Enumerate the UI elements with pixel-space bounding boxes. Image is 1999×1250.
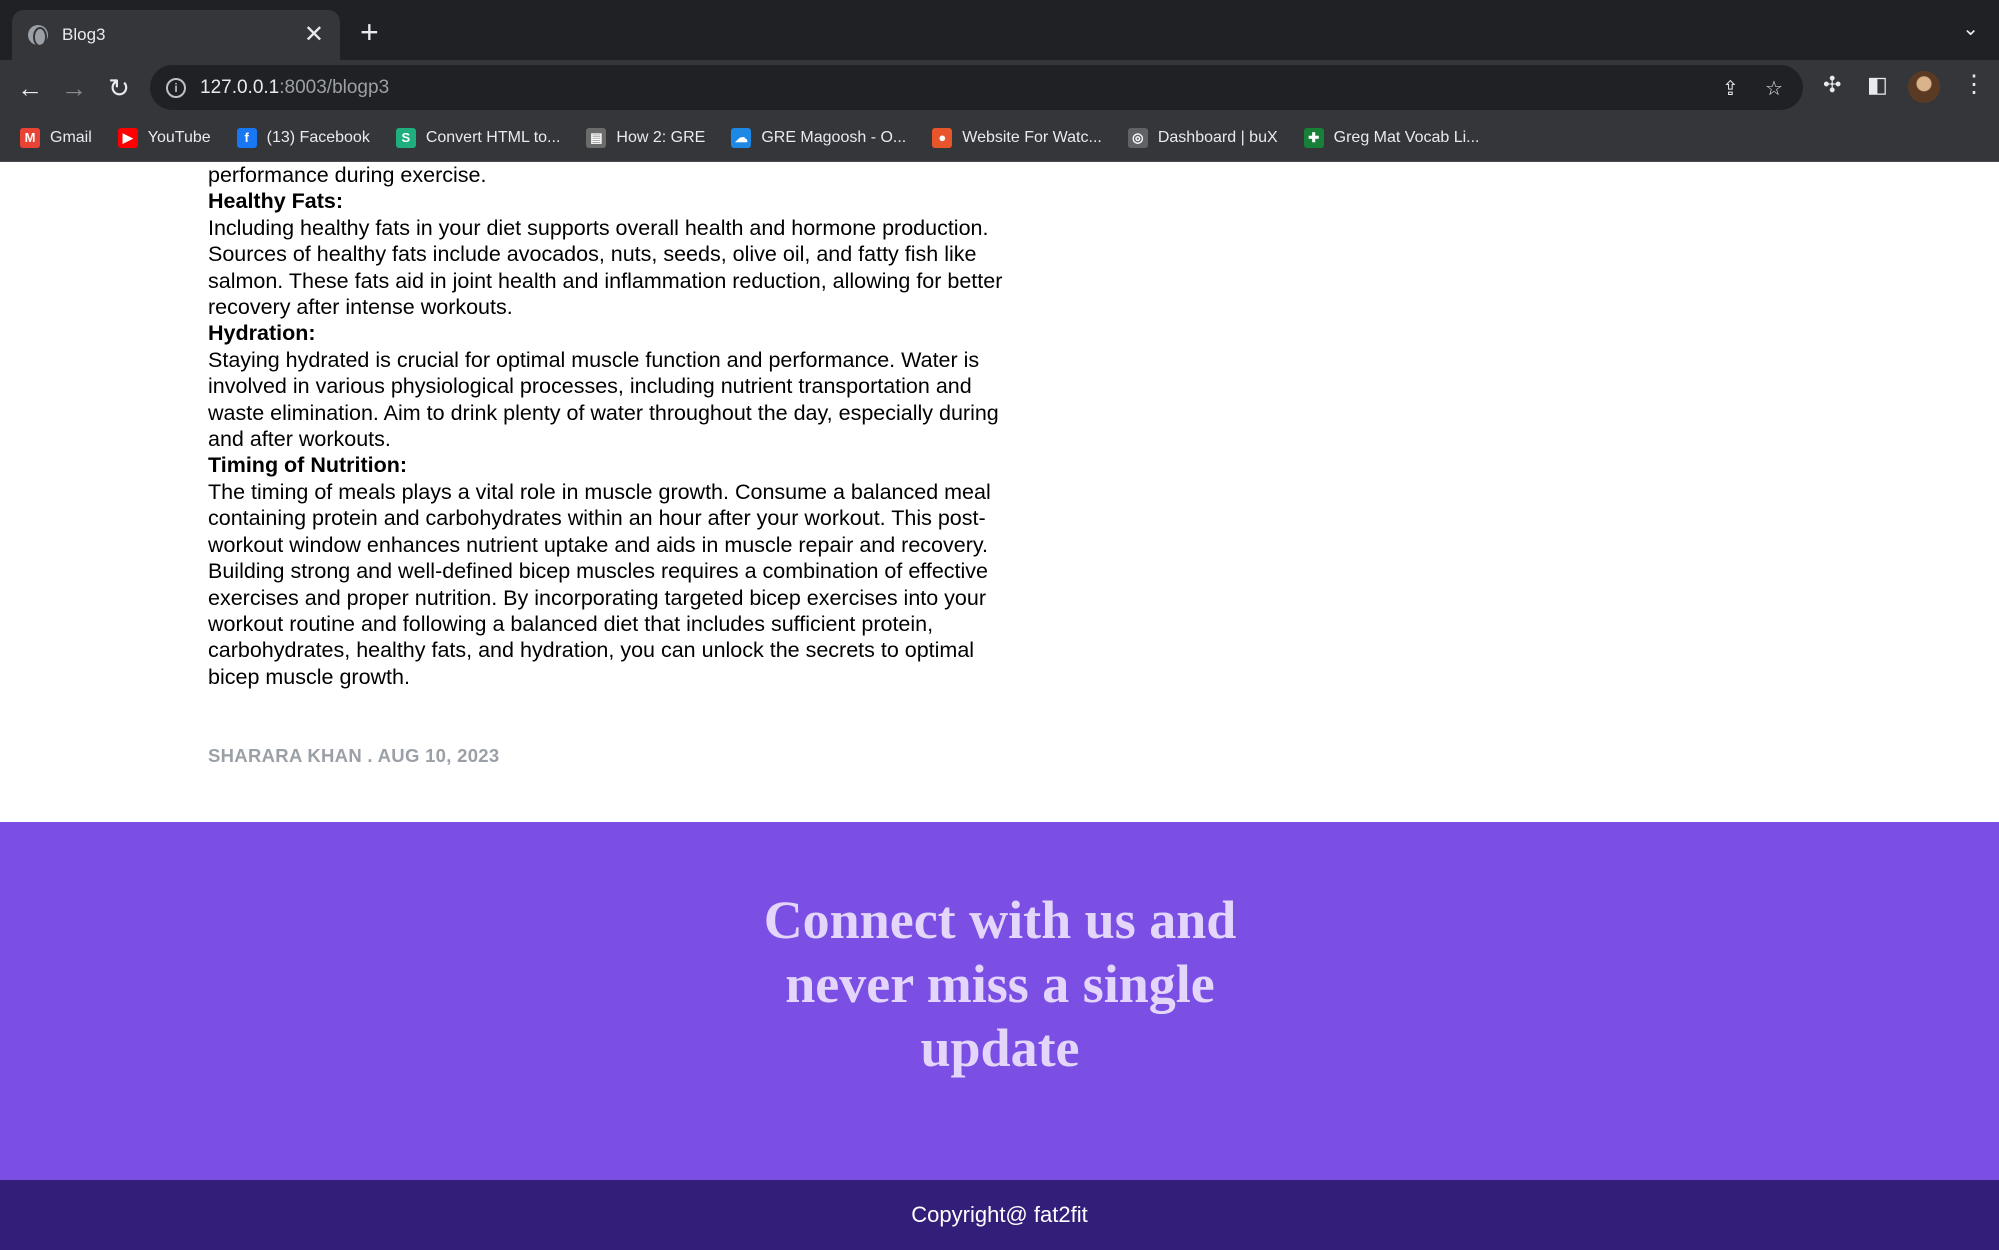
- tab-blog3[interactable]: Blog3 ✕: [12, 10, 340, 60]
- bookmark-label: How 2: GRE: [616, 129, 706, 146]
- article-paragraph: performance during exercise.: [208, 163, 487, 187]
- newsletter-section: Connect with us and never miss a single …: [0, 822, 1999, 1180]
- section-body-timing: The timing of meals plays a vital role i…: [208, 479, 991, 557]
- footer: Copyright@ fat2fit: [0, 1180, 1999, 1250]
- bookmark-item[interactable]: ◎ Dashboard | buX: [1127, 128, 1278, 148]
- url-host: 127.0.0.1: [200, 76, 280, 98]
- bookmark-label: Dashboard | buX: [1157, 129, 1278, 146]
- facebook-icon: f: [236, 128, 257, 148]
- convert-icon: S: [395, 128, 416, 148]
- section-body-healthy-fats: Including healthy fats in your diet supp…: [208, 215, 1003, 320]
- bookmark-item[interactable]: ● Website For Watc...: [932, 128, 1102, 148]
- tab-strip: Blog3 ✕ + ⌄: [0, 0, 1999, 60]
- section-heading-hydration: Hydration:: [208, 321, 316, 346]
- bookmark-item[interactable]: f (13) Facebook: [236, 128, 370, 148]
- side-panel-icon[interactable]: ◧: [1867, 72, 1888, 98]
- bookmark-item[interactable]: ☁ GRE Magoosh - O...: [731, 128, 906, 148]
- bookmarks-bar: M Gmail ▶ YouTube f (13) Facebook S Convert HTM…: [0, 115, 1999, 162]
- forward-icon[interactable]: →: [58, 72, 90, 104]
- bookmark-star-icon[interactable]: ☆: [1765, 76, 1783, 101]
- article-body: performance during exercise. Healthy Fat…: [208, 162, 1008, 690]
- section-heading-healthy-fats: Healthy Fats:: [208, 189, 344, 214]
- cloud-icon: ☁: [731, 128, 752, 148]
- section-heading-timing: Timing of Nutrition:: [208, 453, 408, 478]
- sheets-icon: ✚: [1303, 128, 1324, 148]
- youtube-icon: ▶: [117, 128, 138, 148]
- bookmark-label: Convert HTML to...: [425, 129, 561, 146]
- bookmark-label: YouTube: [147, 129, 211, 146]
- section-body-hydration: Staying hydrated is crucial for optimal …: [208, 347, 999, 452]
- share-icon[interactable]: ⇪: [1722, 76, 1739, 101]
- reload-icon[interactable]: ↻: [103, 72, 135, 104]
- new-tab-button[interactable]: +: [360, 16, 379, 48]
- bookmark-item[interactable]: ✚ Greg Mat Vocab Li...: [1303, 128, 1480, 148]
- dashboard-icon: ◎: [1127, 128, 1148, 148]
- site-info-icon[interactable]: i: [166, 77, 186, 98]
- extensions-icon[interactable]: ✣: [1823, 72, 1841, 98]
- bookmark-item[interactable]: M Gmail: [20, 128, 92, 148]
- bookmark-label: GRE Magoosh - O...: [761, 129, 907, 146]
- globe-icon: [28, 25, 48, 47]
- cta-title: Connect with us and never miss a single …: [763, 890, 1237, 1078]
- avatar[interactable]: [1908, 71, 1940, 103]
- back-icon[interactable]: ←: [14, 72, 46, 104]
- bookmark-label: Gmail: [50, 129, 92, 146]
- close-tab-icon[interactable]: ✕: [304, 23, 324, 47]
- bookmark-label: Website For Watc...: [962, 129, 1102, 146]
- tab-title: Blog3: [62, 25, 106, 44]
- document-icon: ▤: [586, 128, 607, 148]
- copyright-text: Copyright@ fat2fit: [911, 1202, 1088, 1227]
- bookmark-item[interactable]: ▶ YouTube: [117, 128, 211, 148]
- browser-toolbar: ← → ↻ i 127.0.0.1:8003/blogp3 ⇪ ☆: [0, 60, 1999, 115]
- bookmark-item[interactable]: S Convert HTML to...: [395, 128, 561, 148]
- website-icon: ●: [932, 128, 953, 148]
- gmail-icon: M: [20, 128, 40, 148]
- author-date-meta: SHARARA KHAN . AUG 10, 2023: [208, 745, 500, 766]
- bookmark-label: Greg Mat Vocab Li...: [1333, 129, 1480, 146]
- url-path: :8003/blogp3: [279, 76, 390, 98]
- address-bar[interactable]: i 127.0.0.1:8003/blogp3 ⇪ ☆: [150, 65, 1803, 110]
- chevron-down-icon[interactable]: ⌄: [1962, 16, 1979, 41]
- menu-icon[interactable]: ⋮: [1962, 70, 1986, 99]
- article-conclusion: Building strong and well-defined bicep m…: [208, 559, 989, 689]
- bookmark-label: (13) Facebook: [266, 129, 370, 146]
- bookmark-item[interactable]: ▤ How 2: GRE: [586, 128, 705, 148]
